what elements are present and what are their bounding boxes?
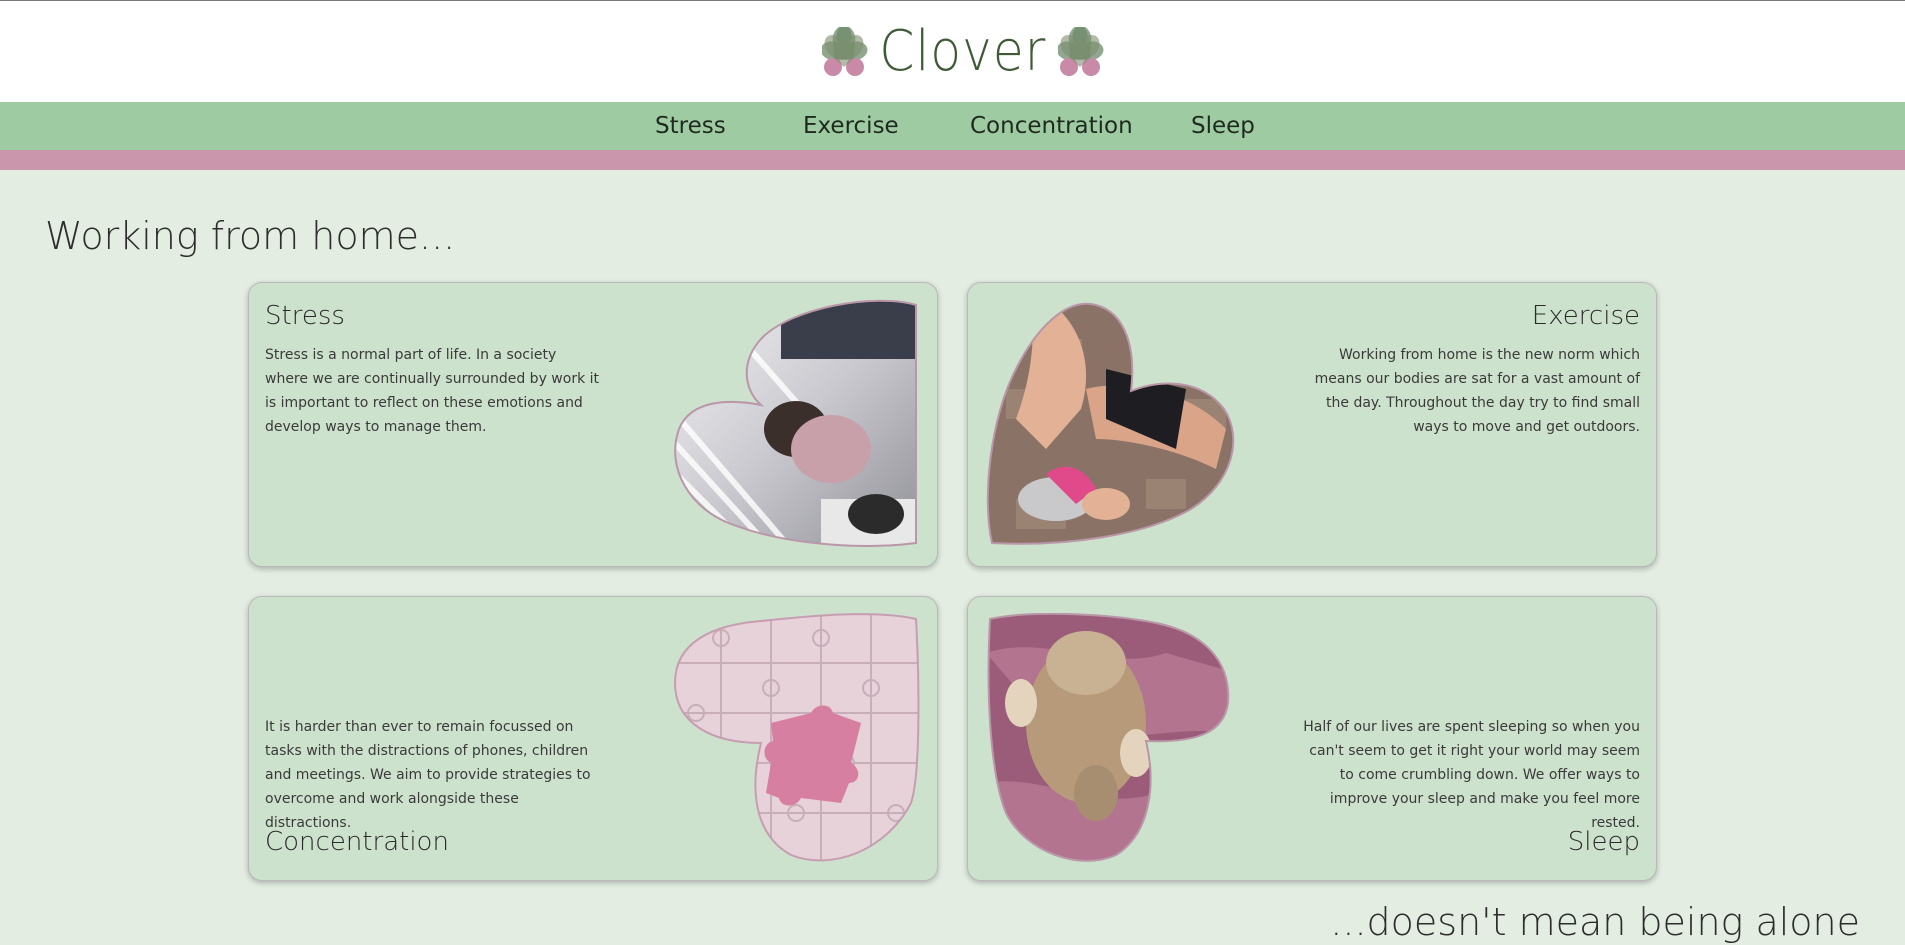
nav-item-stress[interactable]: Stress: [655, 112, 726, 140]
sleep-heart-image: [987, 613, 1230, 862]
card-concentration[interactable]: Concentration It is harder than ever to …: [248, 596, 938, 881]
stress-heart-image: [674, 299, 917, 547]
card-title: Stress: [265, 301, 345, 331]
logo-wordmark: Clover: [879, 19, 1047, 84]
clover-left-icon: [822, 27, 868, 76]
concentration-heart-image: [673, 613, 920, 862]
page-heading: Working from home...: [45, 214, 456, 258]
main-nav: Stress Exercise Concentration Sleep: [0, 102, 1905, 150]
closing-heading: ...doesn't mean being alone: [1330, 900, 1860, 944]
card-text: Half of our lives are spent sleeping so …: [1303, 719, 1640, 831]
logo-link[interactable]: Clover: [822, 17, 1104, 87]
card-sleep[interactable]: Sleep Half of our lives are spent sleepi…: [967, 596, 1657, 881]
card-text: Working from home is the new norm which …: [1314, 347, 1640, 435]
nav-item-sleep[interactable]: Sleep: [1191, 112, 1255, 140]
accent-strip: [0, 150, 1905, 170]
card-text: Stress is a normal part of life. In a so…: [265, 347, 600, 435]
card-stress[interactable]: Stress Stress is a normal part of life. …: [248, 282, 938, 567]
clover-right-icon: [1057, 27, 1103, 76]
card-text: It is harder than ever to remain focusse…: [265, 719, 591, 831]
nav-item-concentration[interactable]: Concentration: [970, 112, 1133, 140]
card-exercise[interactable]: Exercise Working from home is the new no…: [967, 282, 1657, 567]
nav-item-exercise[interactable]: Exercise: [803, 112, 899, 140]
card-title: Exercise: [1531, 301, 1640, 331]
exercise-heart-image: [986, 302, 1235, 545]
site-header: Clover: [0, 1, 1905, 102]
